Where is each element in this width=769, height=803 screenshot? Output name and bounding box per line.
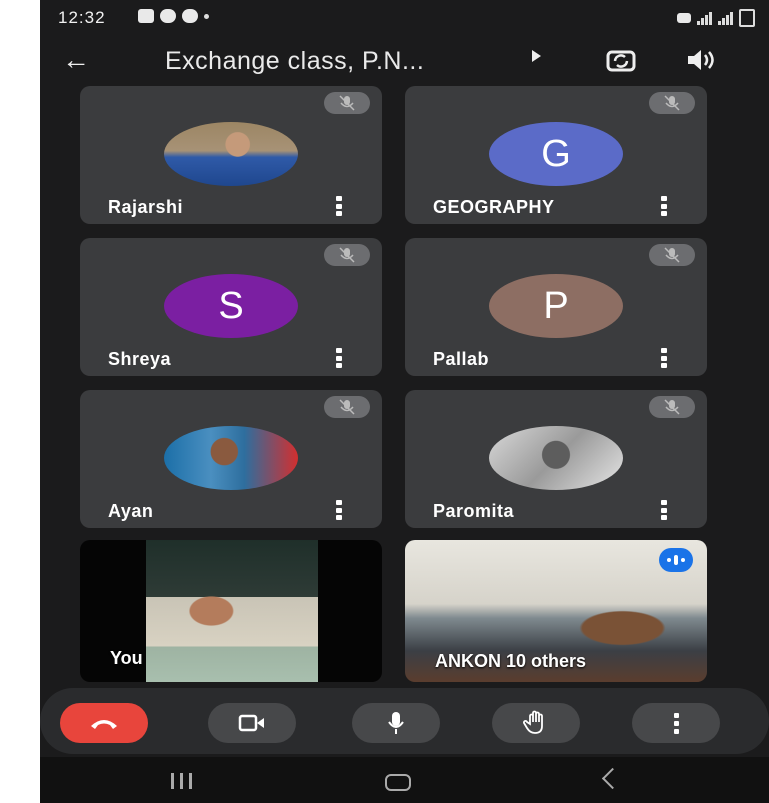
self-video-feed (146, 540, 318, 682)
participant-photo (164, 426, 298, 490)
participant-name: Shreya (108, 349, 172, 369)
battery-icon (739, 9, 755, 27)
participant-tile[interactable]: Rajarshi (80, 86, 382, 224)
muted-mic-icon (649, 396, 695, 418)
status-bar: 12:32 (40, 0, 769, 34)
system-indicators (677, 9, 755, 27)
more-options-icon[interactable] (661, 196, 667, 216)
participant-avatar: P (489, 274, 623, 338)
meeting-title[interactable]: Exchange class, P.N... (165, 47, 424, 76)
participant-tile[interactable]: G GEOGRAPHY (405, 86, 707, 224)
participant-photo (164, 122, 298, 186)
muted-mic-icon (324, 244, 370, 266)
muted-mic-icon (324, 92, 370, 114)
more-options-icon[interactable] (336, 196, 342, 216)
group-label: ANKON 10 others (435, 651, 587, 671)
participant-name: Rajarshi (108, 197, 184, 217)
status-time: 12:32 (58, 8, 106, 27)
muted-mic-icon (649, 92, 695, 114)
back-icon[interactable] (601, 767, 624, 790)
raise-hand-icon (523, 710, 543, 734)
participant-avatar: G (489, 122, 623, 186)
caret-right-icon[interactable] (532, 50, 541, 62)
raise-hand-button[interactable] (492, 703, 580, 743)
speaker-icon[interactable] (684, 48, 718, 72)
meet-screen: 12:32 ← Exchange class, P.N... Rajarshi … (40, 0, 769, 803)
end-call-button[interactable] (60, 703, 148, 743)
home-icon[interactable] (385, 774, 411, 791)
participant-avatar: S (164, 274, 298, 338)
participant-name: Ayan (108, 501, 154, 521)
switch-camera-icon[interactable] (606, 46, 636, 74)
alarm-icon (677, 13, 691, 23)
muted-mic-icon (649, 244, 695, 266)
call-controls (40, 688, 769, 754)
signal-sim2-icon (718, 11, 733, 25)
participant-tile[interactable]: Paromita (405, 390, 707, 528)
more-options-icon[interactable] (336, 500, 342, 520)
notification-icons (138, 9, 209, 23)
self-video-tile[interactable]: You (80, 540, 382, 682)
group-video-tile[interactable]: ANKON 10 others (405, 540, 707, 682)
more-options-icon[interactable] (661, 500, 667, 520)
app-notification-icon (182, 9, 198, 23)
participant-name: Paromita (433, 501, 515, 521)
participant-name: GEOGRAPHY (433, 197, 555, 217)
more-vertical-icon (673, 712, 679, 734)
camera-icon (238, 714, 264, 732)
more-options-icon[interactable] (336, 348, 342, 368)
self-label: You (110, 648, 143, 668)
call-notification-icon (160, 9, 176, 23)
participant-tile[interactable]: P Pallab (405, 238, 707, 376)
camera-button[interactable] (208, 703, 296, 743)
more-options-button[interactable] (632, 703, 720, 743)
gallery-notification-icon (138, 9, 154, 23)
signal-sim1-icon (697, 11, 712, 25)
microphone-button[interactable] (352, 703, 440, 743)
participant-tile[interactable]: S Shreya (80, 238, 382, 376)
participant-tile[interactable]: Ayan (80, 390, 382, 528)
system-navigation-bar (40, 757, 769, 803)
recent-apps-icon[interactable] (171, 773, 192, 789)
more-options-icon[interactable] (661, 348, 667, 368)
hang-up-icon (91, 720, 117, 729)
more-notifications-icon (204, 14, 209, 19)
speaking-indicator-icon (659, 548, 693, 572)
muted-mic-icon (324, 396, 370, 418)
participant-photo (489, 426, 623, 490)
participant-name: Pallab (433, 349, 490, 369)
back-arrow-icon[interactable]: ← (62, 46, 90, 74)
microphone-icon (388, 712, 404, 734)
call-header: ← Exchange class, P.N... (40, 36, 769, 86)
